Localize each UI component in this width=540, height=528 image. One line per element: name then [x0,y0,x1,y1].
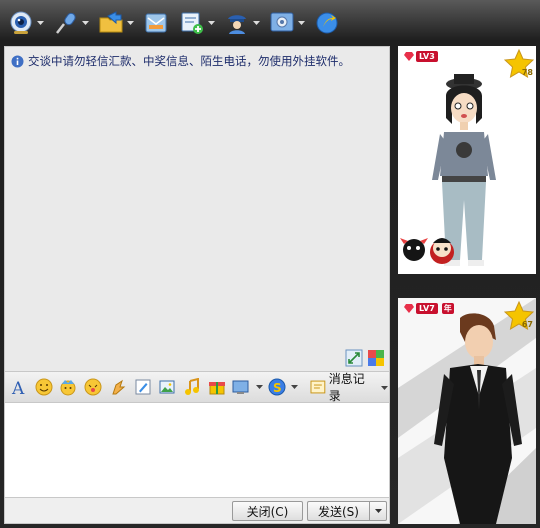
message-history-button[interactable]: 消息记录 [310,372,389,403]
security-notice: 交谈中请勿轻信汇款、中奖信息、陌生电话，勿使用外挂软件。 [11,53,350,69]
send-options-button[interactable] [369,501,387,521]
settings-app-icon[interactable] [267,8,297,38]
user-group-icon[interactable] [222,8,252,38]
screenshot-dropdown-arrow[interactable] [255,376,263,398]
app-settings-tool[interactable] [267,6,306,40]
folder-send-icon[interactable] [96,8,126,38]
annual-badge: 年 [441,303,454,314]
screenshot-icon[interactable] [231,376,253,398]
svg-text:S: S [273,381,282,395]
security-notice-text: 交谈中请勿轻信汇款、中奖信息、陌生电话，勿使用外挂软件。 [28,54,350,68]
mail-icon[interactable] [141,8,171,38]
level-text: LV7 [416,303,438,314]
webcam-dropdown-arrow[interactable] [36,8,45,38]
group-dropdown-arrow[interactable] [252,8,261,38]
s-dropdown-arrow[interactable] [291,376,299,398]
microphone-icon[interactable] [51,8,81,38]
contact-avatar-panel[interactable]: LV3 78 [398,46,536,274]
webcam-tool[interactable] [6,6,45,40]
chevron-down-icon [374,509,382,513]
smiley-icon[interactable] [33,376,55,398]
expand-icon[interactable] [345,349,363,367]
add-contact-dropdown-arrow[interactable] [207,8,216,38]
globe-share-icon[interactable] [312,8,342,38]
history-dropdown-arrow[interactable] [380,380,389,394]
chat-window: 交谈中请勿轻信汇款、中奖信息、陌生电话，勿使用外挂软件。 A S 消息记录 关闭… [0,0,540,528]
svg-text:A: A [11,379,25,396]
mail-tool[interactable] [141,6,171,40]
send-button[interactable]: 发送(S) [307,501,369,521]
star-count: 67 [521,320,533,329]
group-tool[interactable] [222,6,261,40]
microphone-dropdown-arrow[interactable] [81,8,90,38]
my-avatar-panel[interactable]: LV7 年 67 [398,298,536,524]
doodle-icon[interactable] [82,376,104,398]
avatar-illustration [400,74,496,266]
add-contact-icon[interactable] [177,8,207,38]
send-file-tool[interactable] [96,6,135,40]
magic-face-icon[interactable] [57,376,79,398]
level-badge: LV7 年 [401,302,457,315]
color-palette-icon[interactable] [367,349,385,367]
music-icon[interactable] [181,376,203,398]
image-icon[interactable] [156,376,178,398]
share-tool[interactable] [312,6,342,40]
diamond-icon [404,304,414,313]
action-bar: 关闭(C) 发送(S) [4,498,390,524]
message-input[interactable] [4,402,390,498]
microphone-tool[interactable] [51,6,90,40]
add-contact-tool[interactable] [177,6,216,40]
s-icon[interactable]: S [266,376,288,398]
info-icon [11,55,24,67]
webcam-icon[interactable] [6,8,36,38]
history-icon [310,380,326,394]
main-toolbar [0,0,392,46]
gift-icon[interactable] [206,376,228,398]
app-settings-dropdown-arrow[interactable] [297,8,306,38]
chat-corner-tools [345,349,385,367]
pencil-icon[interactable] [132,376,154,398]
shake-icon[interactable] [107,376,129,398]
font-icon[interactable]: A [8,376,30,398]
chat-history-panel[interactable]: 交谈中请勿轻信汇款、中奖信息、陌生电话，勿使用外挂软件。 [4,46,390,372]
input-toolbar: A S 消息记录 [4,372,390,403]
send-file-dropdown-arrow[interactable] [126,8,135,38]
close-button[interactable]: 关闭(C) [232,501,303,521]
message-history-label: 消息记录 [328,372,365,403]
